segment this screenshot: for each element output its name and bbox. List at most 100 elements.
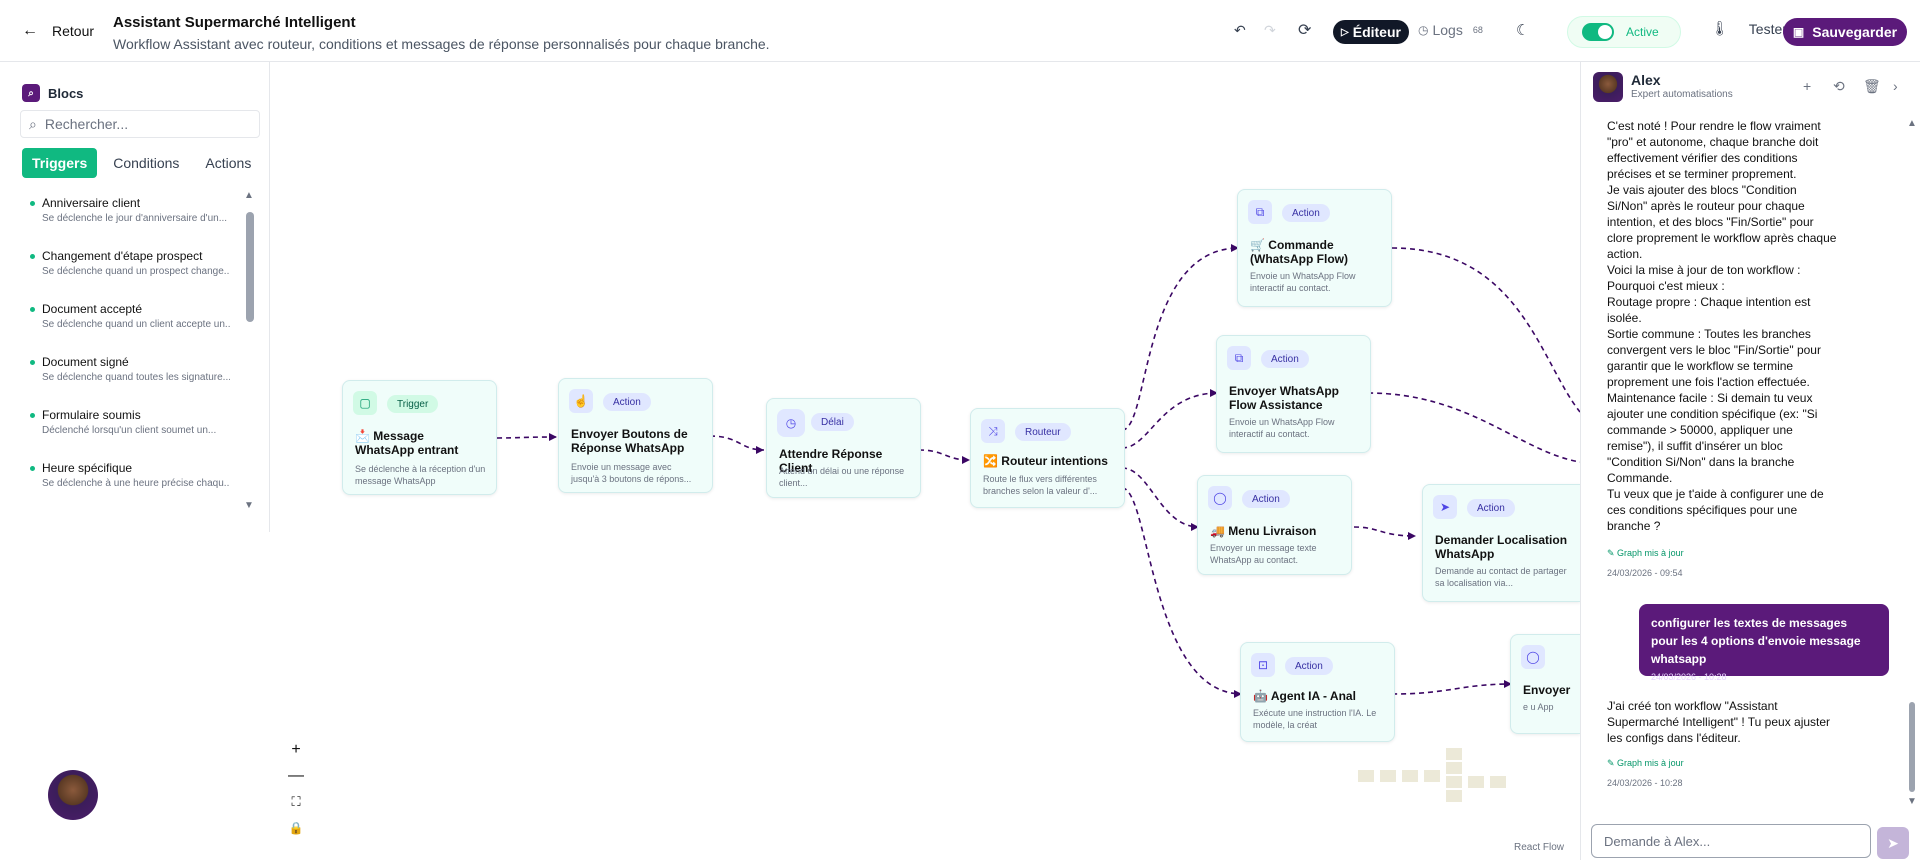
minimap-node <box>1446 790 1462 802</box>
chat-input-placeholder: Demande à Alex... <box>1604 833 1711 849</box>
trash-icon[interactable]: 🗑 <box>1863 78 1881 95</box>
moon-icon[interactable]: ☾ <box>1516 21 1529 39</box>
toggle-switch[interactable] <box>1582 23 1614 41</box>
editor-label: Éditeur <box>1352 24 1401 40</box>
node-tag: Action <box>603 393 651 411</box>
list-item[interactable]: Document signé Se déclenche quand toutes … <box>30 355 230 383</box>
item-name: Anniversaire client <box>30 196 230 210</box>
item-name: Heure spécifique <box>30 461 230 475</box>
chat-input[interactable]: Demande à Alex... <box>1591 824 1871 858</box>
test-label: Tester <box>1748 20 1787 37</box>
tab-triggers[interactable]: Triggers <box>22 148 98 178</box>
block-tabs: Triggers Conditions Actions <box>22 148 261 178</box>
item-desc: Se déclenche quand toutes les signature.… <box>42 372 230 383</box>
location-icon: ➤ <box>1433 495 1457 519</box>
user-message-timestamp: 24/03/2026 - 10:28 <box>1651 672 1727 682</box>
item-desc: Déclenché lorsqu'un client soumet un... <box>42 425 217 436</box>
tab-actions[interactable]: Actions <box>195 148 261 178</box>
zoom-out-icon[interactable]: — <box>283 764 309 788</box>
minimap[interactable] <box>1358 748 1558 818</box>
message-timestamp: 24/03/2026 - 10:28 <box>1607 778 1683 788</box>
pencil-icon: ✎ <box>1607 758 1618 768</box>
message-paragraph: Pourquoi c'est mieux : <box>1607 279 1725 293</box>
graph-updated-badge[interactable]: ✎ Graph mis à jour <box>1607 758 1684 769</box>
edge <box>496 436 558 439</box>
list-item[interactable]: Anniversaire client Se déclenche le jour … <box>30 196 230 224</box>
trigger-node[interactable]: ▢ Trigger 📩 Message WhatsApp entrant Se … <box>342 380 497 495</box>
refresh-icon[interactable]: ⟳ <box>1298 20 1311 40</box>
react-flow-attribution[interactable]: React Flow <box>1514 842 1564 853</box>
delay-node[interactable]: ◷ Délai Attendre Réponse Client Attend u… <box>766 398 921 498</box>
list-item[interactable]: Document accepté Se déclenche quand un cl… <box>30 302 230 330</box>
action-node[interactable]: ⧉ Action Envoyer WhatsApp Flow Assistanc… <box>1216 335 1371 453</box>
history-icon[interactable]: ⟲ <box>1833 78 1845 95</box>
assistant-panel: Alex Expert automatisations + ⟲ 🗑 › C'es… <box>1580 62 1920 860</box>
save-icon: ▣ <box>1792 25 1805 39</box>
node-title: Demander Localisation WhatsApp <box>1435 533 1568 561</box>
node-desc: Envoyer un message texte WhatsApp au con… <box>1210 543 1317 565</box>
edge <box>709 435 765 451</box>
zoom-in-icon[interactable]: + <box>283 738 309 762</box>
list-item[interactable]: Heure spécifique Se déclenche à une heure… <box>30 461 230 489</box>
scroll-up-icon[interactable]: ▲ <box>1907 118 1917 129</box>
play-icon: ▷ <box>1341 26 1349 38</box>
test-button[interactable]: 🌡 Tester <box>1711 20 1787 37</box>
redo-icon[interactable]: ↷ <box>1264 22 1276 39</box>
editor-button[interactable]: ▷ Éditeur <box>1333 20 1409 44</box>
avatar <box>1593 72 1623 102</box>
scroll-up-icon[interactable]: ▲ <box>244 190 254 201</box>
router-node[interactable]: ⤨ Routeur 🔀 Routeur intentions Route le … <box>970 408 1125 508</box>
node-title: 📩 Message WhatsApp entrant <box>355 429 459 457</box>
node-desc: Route le flux vers différentes branches … <box>983 474 1098 496</box>
send-button[interactable]: ➤ <box>1877 827 1909 859</box>
edge-arrow <box>962 456 970 464</box>
list-item[interactable]: Changement d'étape prospect Se déclenche … <box>30 249 230 277</box>
sidebar-scrollbar[interactable] <box>246 212 254 322</box>
message-paragraph: Sortie commune : Toutes les branches con… <box>1607 327 1821 389</box>
graph-updated-badge[interactable]: ✎ Graph mis à jour <box>1607 548 1684 559</box>
item-name: Changement d'étape prospect <box>30 249 230 263</box>
router-icon: ⤨ <box>981 419 1005 443</box>
flow-icon: ⧉ <box>1227 346 1251 370</box>
active-label: Active <box>1626 25 1659 39</box>
chevron-right-icon[interactable]: › <box>1893 78 1898 94</box>
assistant-avatar[interactable] <box>48 770 98 820</box>
node-tag: Routeur <box>1015 423 1071 441</box>
node-title: 🔀 Routeur intentions <box>983 454 1108 468</box>
node-desc: e u App <box>1523 702 1554 712</box>
chat-message: J'ai créé ton workflow "Assistant Superm… <box>1607 699 1831 745</box>
search-placeholder: Rechercher... <box>44 116 129 132</box>
action-node[interactable]: ☝ Action Envoyer Boutons de Réponse What… <box>558 378 713 493</box>
pointer-icon: ☝ <box>569 389 593 413</box>
undo-icon[interactable]: ↶ <box>1234 22 1246 39</box>
minimap-node <box>1446 748 1462 760</box>
chat-message: C'est noté ! Pour rendre le flow vraimen… <box>1607 118 1837 534</box>
workflow-canvas[interactable]: ▢ Trigger 📩 Message WhatsApp entrant Se … <box>270 62 1580 860</box>
sidebar-title: Blocs <box>48 85 84 101</box>
chat-scrollbar[interactable] <box>1909 702 1915 792</box>
back-button[interactable]: ← Retour <box>22 22 94 40</box>
tab-conditions[interactable]: Conditions <box>103 148 189 178</box>
save-button[interactable]: ▣ Sauvegarder <box>1783 18 1907 46</box>
action-node[interactable]: ◯ Envoyer e u App <box>1510 634 1580 734</box>
scroll-down-icon[interactable]: ▼ <box>244 500 254 511</box>
plus-icon[interactable]: + <box>1803 78 1811 94</box>
minimap-node <box>1358 770 1374 782</box>
action-node[interactable]: ⧉ Action 🛒 Commande (WhatsApp Flow) Envo… <box>1237 189 1392 307</box>
action-node[interactable]: ⊡ Action 🤖 Agent IA - Anal Exécute une i… <box>1240 642 1395 742</box>
item-desc: Se déclenche quand un client accepte un.… <box>42 319 230 330</box>
scroll-down-icon[interactable]: ▼ <box>1907 796 1917 807</box>
action-node[interactable]: ◯ Action 🚚 Menu Livraison Envoyer un mes… <box>1197 475 1352 575</box>
node-tag: Action <box>1242 490 1290 508</box>
action-node[interactable]: ➤ Action Demander Localisation WhatsApp … <box>1422 484 1580 602</box>
node-desc: Demande au contact de partager sa locali… <box>1435 566 1567 588</box>
logs-button[interactable]: ◷ Logs 68 <box>1418 22 1483 38</box>
search-input[interactable]: ⌕ Rechercher... <box>20 110 260 138</box>
message-paragraph: Je vais ajouter des blocs "Condition Si/… <box>1607 183 1837 261</box>
list-item[interactable]: Formulaire soumis Déclenché lorsqu'un cli… <box>30 408 230 436</box>
fit-view-icon[interactable]: ⛶ <box>283 790 309 814</box>
active-toggle[interactable]: Active <box>1567 16 1681 48</box>
lock-icon[interactable]: 🔒 <box>283 816 309 840</box>
flow-icon: ⧉ <box>1248 200 1272 224</box>
node-desc: Se déclenche à la réception d'un message… <box>355 464 486 486</box>
